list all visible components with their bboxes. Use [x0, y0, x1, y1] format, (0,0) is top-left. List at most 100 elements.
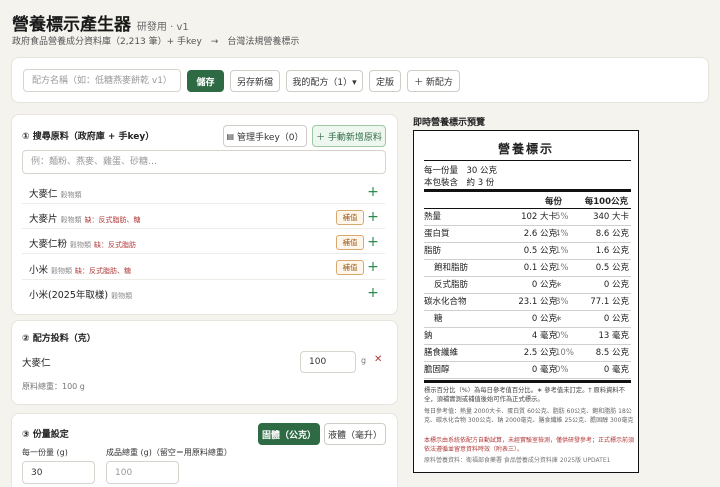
divider: [22, 253, 385, 254]
category-tag: 穀物類: [70, 241, 92, 249]
nutrient-cell: 反式脂肪: [434, 280, 469, 290]
nutrient-cell: ∗: [555, 314, 563, 324]
nutrient-cell: 0 毫克: [603, 365, 629, 375]
solid-unit-toggle[interactable]: 固體（公克）: [258, 423, 320, 445]
nutrient-cell: 熱量: [424, 212, 442, 222]
add-ingredient-icon[interactable]: +: [366, 235, 380, 249]
app-name: 營養標示產生器: [12, 15, 131, 35]
nutrient-cell: 1.6 公克: [595, 246, 629, 256]
nutrient-cell: 鈉: [424, 331, 433, 341]
save-as-button[interactable]: 另存新檔: [230, 70, 280, 92]
nutrient-cell: 4 毫克: [531, 331, 557, 341]
nutrient-cell: 飽和脂肪: [434, 263, 469, 273]
nutrient-cell: 8.6 公克: [595, 229, 629, 239]
nutrient-cell: 13 毫克: [598, 331, 629, 341]
nutrient-cell: 10%: [555, 348, 574, 358]
nutrient-cell: 2.5 公克: [523, 348, 557, 358]
add-manual-ingredient-button[interactable]: ＋ 手動新增原料: [312, 125, 386, 147]
nutrient-cell: 脂肪: [424, 246, 442, 256]
nutrient-row: 碳水化合物 23.1 公克 8% 77.1 公克: [424, 294, 631, 311]
nutrient-cell: 1%: [555, 246, 569, 256]
manage-manual-key-button[interactable]: ▤ 管理手key（0）: [223, 125, 307, 147]
label-note-source: 原料營養資料：衛福部食藥署 食品營養成分資料庫 2025版 UPDATE1: [424, 457, 611, 464]
nutrient-row: 脂肪 0.5 公克 1% 1.6 公克: [424, 243, 631, 260]
ingredient-name: 小米: [29, 265, 49, 276]
nutrition-label: 營養標示 每一份量 30 公克 本包裝含 約 3 份 每份 每100公克 熱量 1…: [413, 130, 639, 473]
col-per-serving: 每份: [544, 197, 562, 207]
nutrient-row: 反式脂肪 0 公克 ∗ 0 公克: [424, 277, 631, 294]
nutrient-row: 熱量 102 大卡 5% 340 大卡: [424, 209, 631, 226]
divider: [424, 160, 631, 161]
product-weight-input[interactable]: [106, 461, 179, 484]
list-item[interactable]: 大麥仁粉 穀物類 缺：反式脂肪: [29, 236, 136, 250]
nutrient-cell: 0.1 公克: [523, 263, 557, 273]
label-note-reference: 每日參考值：熱量 2000大卡、蛋白質 60公克、脂肪 60公克、飽和脂肪 18…: [424, 408, 634, 424]
add-ingredient-icon[interactable]: +: [366, 210, 380, 224]
divider: [424, 380, 631, 383]
serving-size: 每一份量 30 公克: [424, 166, 498, 176]
nutrient-cell: 0.5 公克: [523, 246, 557, 256]
nutrient-cell: 碳水化合物: [424, 297, 467, 307]
recipe-item-name: 大麥仁: [22, 358, 51, 369]
label-note-disclaimer: 本標示由系統依配方自動試算，未經實驗室檢測，僅供研發參考；正式標示前須依法遵循並…: [424, 437, 635, 453]
recipe-qty-input[interactable]: [300, 351, 356, 373]
add-ingredient-icon[interactable]: +: [366, 185, 380, 199]
nutrient-cell: ∗: [555, 280, 563, 290]
list-item[interactable]: 大麥仁 穀物類: [29, 186, 82, 200]
label-title: 營養標示: [497, 142, 554, 156]
liquid-unit-toggle[interactable]: 液體（毫升）: [324, 423, 386, 445]
missing-note: 缺：反式脂肪、糖: [84, 216, 141, 224]
fill-value-button[interactable]: 補值: [336, 210, 364, 225]
list-item[interactable]: 大麥片 穀物類 缺：反式脂肪、糖: [29, 211, 141, 225]
nutrient-cell: 1%: [555, 263, 569, 273]
nutrient-cell: 0 公克: [531, 314, 557, 324]
save-button[interactable]: 儲存: [187, 70, 224, 92]
nutrient-row: 膽固醇 0 毫克 0% 0 毫克: [424, 362, 631, 379]
unit-label: g: [361, 356, 367, 365]
nutrient-cell: 蛋白質: [424, 229, 450, 239]
divider: [22, 203, 385, 204]
nutrient-cell: 0%: [555, 331, 569, 341]
nutrient-cell: 膳食纖維: [424, 348, 459, 358]
list-item[interactable]: 小米(2025年取樣) 穀物類: [29, 287, 132, 301]
new-recipe-button[interactable]: ＋ 新配方: [407, 70, 460, 92]
nutrient-cell: 0%: [555, 365, 569, 375]
page-subtitle: 政府食品營養成分資料庫（2,213 筆）+ 手key → 台灣法規營養標示: [12, 37, 300, 47]
nutrient-row: 鈉 4 毫克 0% 13 毫克: [424, 328, 631, 345]
nutrient-cell: 0.5 公克: [595, 263, 629, 273]
nutrient-row: 蛋白質 2.6 公克 4% 8.6 公克: [424, 226, 631, 243]
total-weight: 原料總重：100 g: [22, 382, 85, 391]
list-item[interactable]: 小米 穀物類 缺：反式脂肪、糖: [29, 262, 131, 276]
category-tag: 穀物類: [111, 292, 133, 300]
divider: [22, 279, 385, 280]
nutrient-cell: 8.5 公克: [595, 348, 629, 358]
remove-icon[interactable]: ✕: [374, 354, 382, 365]
preview-title: 即時營養標示預覽: [413, 118, 486, 128]
category-tag: 穀物類: [51, 267, 73, 275]
nutrient-cell: 0 公克: [603, 314, 629, 324]
add-ingredient-icon[interactable]: +: [366, 286, 380, 300]
nutrient-cell: 0 公克: [531, 280, 557, 290]
ingredient-search-input[interactable]: [22, 150, 386, 174]
nutrient-cell: 4%: [555, 229, 569, 239]
nutrient-cell: 23.1 公克: [518, 297, 557, 307]
per-serving-input[interactable]: [22, 461, 95, 484]
add-ingredient-icon[interactable]: +: [366, 260, 380, 274]
nutrient-cell: 膽固醇: [424, 365, 450, 375]
recipe-name-input[interactable]: [23, 69, 181, 92]
nutrient-cell: 102 大卡: [521, 212, 557, 222]
fill-value-button[interactable]: 補值: [336, 235, 364, 250]
ingredient-name: 大麥仁: [29, 189, 58, 200]
product-weight-label: 成品總重 (g)（留空＝用原料總重）: [106, 448, 232, 457]
my-recipes-dropdown[interactable]: 我的配方（1）▾: [286, 70, 363, 92]
recipe-section-title: ② 配方投料（克）: [22, 334, 96, 344]
ingredient-name: 大麥片: [29, 214, 58, 225]
serving-section-title: ③ 份量設定: [22, 430, 69, 440]
fill-value-button[interactable]: 補值: [336, 260, 364, 275]
nutrient-cell: 8%: [555, 297, 569, 307]
finalize-button[interactable]: 定版: [369, 70, 401, 92]
category-tag: 穀物類: [60, 191, 82, 199]
nutrient-cell: 糖: [434, 314, 443, 324]
manage-label: 管理手key（0）: [237, 132, 304, 143]
nutrient-row: 膳食纖維 2.5 公克 10% 8.5 公克: [424, 345, 631, 362]
